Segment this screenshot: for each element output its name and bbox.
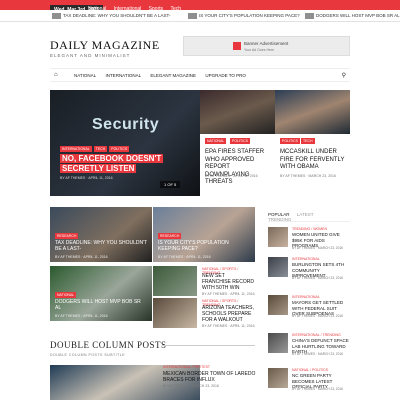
nav-national[interactable]: NATIONAL (74, 73, 96, 78)
tab-latest[interactable]: LATEST (297, 212, 314, 217)
section-divider (162, 345, 255, 346)
story-meta: BY AF THEMES · MARCH 23, 2016 (280, 174, 336, 178)
banner-title: Banner Advertisement (244, 41, 289, 46)
card-meta: BY AF THEMES · APRIL 11, 2016 (158, 255, 211, 259)
hero-title[interactable]: NO, FACEBOOK DOESN'T SECRETLY LISTEN (60, 154, 180, 174)
sidebar-item[interactable]: TRENDING / WOMEN WOMEN UNITED GIVE $95K … (268, 227, 350, 255)
nav-elegant-magazine[interactable]: ELEGANT MAGAZINE (150, 73, 196, 78)
grid-card[interactable]: RESEARCH TAX DEADLINE: WHY YOU SHOULDN'T… (50, 207, 152, 262)
main-nav: ⌂ NATIONAL INTERNATIONAL ELEGANT MAGAZIN… (50, 68, 350, 82)
side-story[interactable]: NATIONAL POLITICS EPA FIRES STAFFER WHO … (200, 90, 275, 196)
side-story[interactable]: POLITICS TECH MCCASKILL UNDER FIRE FOR F… (275, 90, 350, 196)
sidebar-category[interactable]: NATIONAL / POLITICS (292, 368, 328, 372)
story-category[interactable]: INTERNATIONAL / PROTEST (163, 365, 210, 369)
card-meta: BY AF THEMES · APRIL 11, 2016 (55, 255, 108, 259)
sidebar-category[interactable]: INTERNATIONAL / TRENDING (292, 333, 341, 337)
sidebar-category[interactable]: INTERNATIONAL (292, 257, 320, 261)
sidebar-meta: BY AF THEMES · MARCH 23, 2016 (292, 387, 343, 391)
ticker-thumb (305, 13, 314, 19)
category-badge[interactable]: RESEARCH (158, 233, 182, 239)
nav-upgrade-to-pro[interactable]: UPGRADE TO PRO (205, 73, 246, 78)
sidebar-thumbnail (268, 295, 288, 315)
sidebar-meta: BY AF THEMES · MARCH 23, 2016 (292, 276, 343, 280)
story-meta: BY AF THEMES · MARCH 23, 2016 (163, 384, 219, 388)
story-title[interactable]: MCCASKILL UNDER FIRE FOR FERVENTLY WITH … (280, 149, 346, 172)
section-subtitle: DOUBLE COLUMN POSTS SUBTITLE (50, 353, 126, 357)
story-image (200, 90, 275, 134)
tab-divider (268, 221, 350, 222)
sidebar-item[interactable]: INTERNATIONAL MAYORS GET SETTLED WITH FE… (268, 295, 350, 323)
category-badge[interactable]: TECH (301, 138, 315, 144)
story-image (275, 90, 350, 134)
story-meta: BY AF THEMES · APRIL 11, 2016 (205, 174, 258, 178)
category-badge[interactable]: POLITICS (109, 146, 130, 152)
sidebar-item[interactable]: NATIONAL / POLITICS NC GREEN PARTY BECOM… (268, 368, 350, 396)
ticker-thumb (188, 13, 197, 19)
home-icon[interactable]: ⌂ (54, 72, 58, 78)
banner-ad[interactable]: Banner Advertisement Your Ad Goes Here (183, 36, 350, 56)
card-title[interactable]: TAX DEADLINE: WHY YOU SHOULDN'T BE A LAS… (55, 240, 147, 252)
story-meta: BY AF THEMES · APRIL 11, 2016 (202, 292, 255, 296)
slider-pager[interactable]: 1 OF 5 (160, 181, 181, 188)
hero-image-text: Security (92, 116, 160, 133)
search-icon[interactable]: ⚲ (342, 72, 346, 79)
sidebar-meta: BY AF THEMES · MARCH 23, 2016 (292, 352, 343, 356)
sidebar-category[interactable]: TRENDING / WOMEN (292, 227, 327, 231)
card-title[interactable]: DODGERS WILL HOST MVP BOB SR AL (55, 299, 147, 311)
ticker-item[interactable]: DODGERS WILL HOST MVP BOB SR AL (305, 13, 400, 19)
story-thumbnail (153, 298, 197, 328)
site-logo[interactable]: DAILY MAGAZINE (50, 38, 160, 53)
sidebar-item[interactable]: INTERNATIONAL BURLINGTON SETS 4TH COMMUN… (268, 257, 350, 285)
category-badge[interactable]: RESEARCH (55, 233, 79, 239)
card-meta: BY AF THEMES · APRIL 11, 2016 (55, 314, 108, 318)
ticker-item[interactable]: IS YOUR CITY'S POPULATION KEEPING PACE? (188, 13, 300, 19)
sidebar-meta: BY AF THEMES · MARCH 23, 2016 (292, 246, 343, 250)
story-thumbnail (153, 266, 197, 296)
card-title[interactable]: IS YOUR CITY'S POPULATION KEEPING PACE? (158, 240, 250, 252)
story-title[interactable]: EPA FIRES STAFFER WHO APPROVED REPORT DO… (205, 149, 271, 187)
category-badge[interactable]: NATIONAL (55, 292, 77, 298)
banner-subtitle: Your Ad Goes Here (244, 48, 275, 52)
story-title[interactable]: NEW SET FRANCHISE RECORD WITH 50TH WIN (202, 273, 254, 291)
sidebar-item[interactable]: INTERNATIONAL / TRENDING CHINA'S DEFUNCT… (268, 333, 350, 361)
ticker-item[interactable]: TAX DEADLINE: WHY YOU SHOULDN'T BE A LAS… (52, 13, 171, 19)
category-badge[interactable]: TECH (93, 146, 108, 152)
sidebar-thumbnail (268, 333, 288, 353)
sidebar-thumbnail (268, 257, 288, 277)
nav-international[interactable]: INTERNATIONAL (105, 73, 141, 78)
section-title: DOUBLE COLUMN POSTS (50, 340, 167, 350)
sidebar-category[interactable]: INTERNATIONAL (292, 295, 320, 299)
site-tagline: ELEGANT AND MINIMALIST (50, 53, 131, 58)
banner-icon (233, 42, 241, 50)
grid-card[interactable]: RESEARCH IS YOUR CITY'S POPULATION KEEPI… (153, 207, 255, 262)
ticker-thumb (52, 13, 61, 19)
story-meta: BY AF THEMES · APRIL 11, 2016 (202, 324, 255, 328)
story-title[interactable]: ARIZONA TEACHERS, SCHOOLS PREPARE FOR A … (202, 305, 254, 323)
hero-meta: BY AF THEMES · APRIL 11, 2016 (60, 176, 113, 180)
category-badge[interactable]: INTERNATIONAL (60, 146, 92, 152)
news-ticker: TAX DEADLINE: WHY YOU SHOULDN'T BE A LAS… (0, 10, 400, 22)
hero-categories: INTERNATIONAL TECH POLITICS (60, 146, 130, 152)
grid-card[interactable]: NATIONAL DODGERS WILL HOST MVP BOB SR AL… (50, 266, 152, 321)
category-badge[interactable]: NATIONAL (205, 138, 227, 144)
category-badge[interactable]: POLITICS (230, 138, 250, 144)
sidebar-meta: BY AF THEMES · MARCH 23, 2016 (292, 314, 343, 318)
sidebar-thumbnail (268, 227, 288, 247)
mini-story[interactable]: INTERNATIONAL / PROTEST MEXICAN BORDER T… (163, 364, 265, 400)
story-title[interactable]: MEXICAN BORDER TOWN OF LAREDO BRACES FOR… (163, 371, 263, 383)
sidebar-thumbnail (268, 368, 288, 388)
category-badge[interactable]: POLITICS (280, 138, 300, 144)
